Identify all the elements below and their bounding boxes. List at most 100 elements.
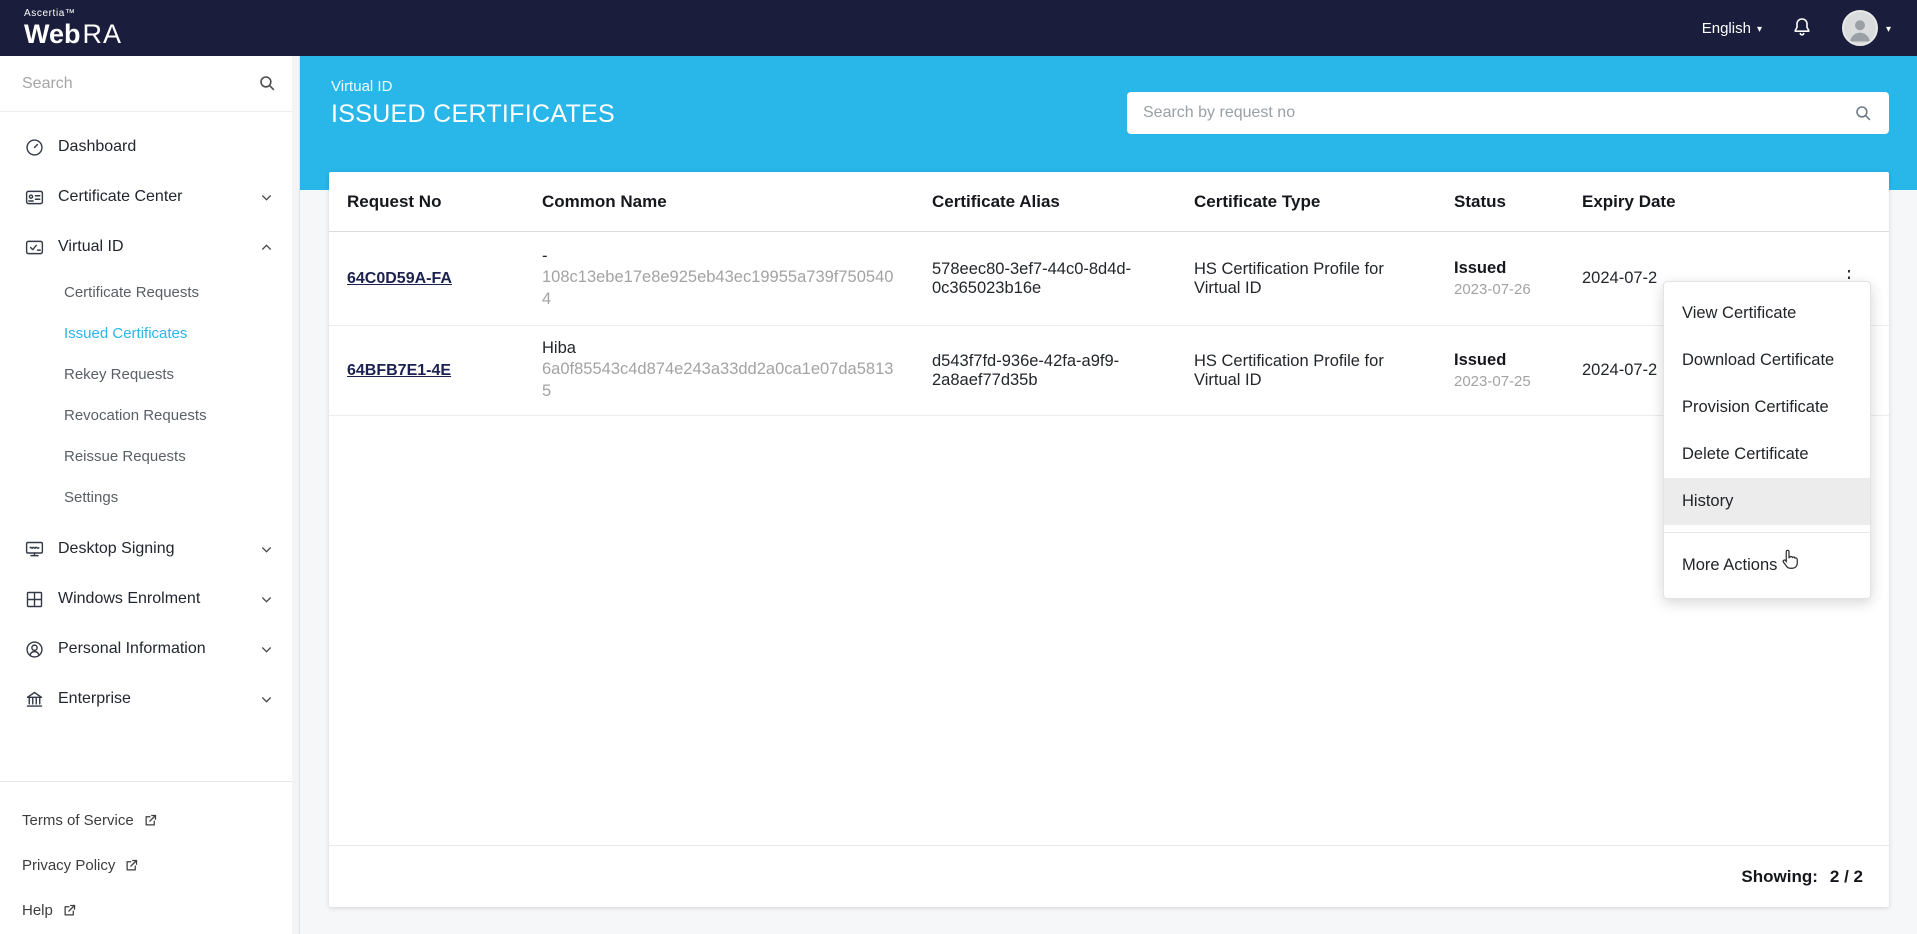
- sidebar-item-issued-certificates[interactable]: Issued Certificates: [0, 313, 299, 354]
- column-request-no: Request No: [347, 192, 542, 212]
- avatar: [1842, 10, 1878, 46]
- status-date: 2023-07-26: [1454, 281, 1552, 298]
- column-common-name: Common Name: [542, 192, 932, 212]
- brand-logo[interactable]: Ascertia™ WebRA: [24, 9, 122, 48]
- menu-item-history[interactable]: History: [1664, 478, 1870, 525]
- menu-item-provision-certificate[interactable]: Provision Certificate: [1664, 384, 1870, 431]
- sidebar-item-dashboard[interactable]: Dashboard: [0, 122, 299, 172]
- table-row: 64C0D59A-FA - 108c13ebe17e8e925eb43ec199…: [329, 232, 1889, 326]
- language-selector[interactable]: English ▾: [1702, 20, 1762, 37]
- column-status: Status: [1454, 192, 1582, 212]
- brand-webra: WebRA: [24, 19, 122, 49]
- privacy-policy-link[interactable]: Privacy Policy: [0, 843, 299, 888]
- menu-item-view-certificate[interactable]: View Certificate: [1664, 290, 1870, 337]
- sidebar-search-input[interactable]: [22, 75, 258, 93]
- certificate-alias: d543f7fd-936e-42fa-a9f9-2a8aef77d35b: [932, 352, 1194, 390]
- dashboard-icon: [24, 137, 45, 158]
- external-link-icon: [124, 858, 139, 873]
- menu-divider: [1664, 532, 1870, 533]
- sidebar-item-label: Certificate Center: [58, 188, 183, 206]
- showing-label: Showing:: [1741, 867, 1817, 887]
- sidebar-item-label: Personal Information: [58, 640, 206, 658]
- virtual-id-icon: [24, 237, 45, 258]
- person-icon: [24, 639, 45, 660]
- page-title: ISSUED CERTIFICATES: [331, 100, 615, 129]
- terms-of-service-label: Terms of Service: [22, 812, 134, 829]
- sidebar-item-rekey-requests[interactable]: Rekey Requests: [0, 354, 299, 395]
- request-no-link[interactable]: 64C0D59A-FA: [347, 270, 452, 287]
- row-actions-menu: View Certificate Download Certificate Pr…: [1663, 281, 1871, 599]
- desktop-signing-icon: [24, 539, 45, 560]
- sidebar-item-label: Dashboard: [58, 138, 136, 156]
- sidebar-item-windows-enrolment[interactable]: Windows Enrolment: [0, 574, 299, 624]
- table-header: Request No Common Name Certificate Alias…: [329, 172, 1889, 232]
- sidebar-item-reissue-requests[interactable]: Reissue Requests: [0, 436, 299, 477]
- status-badge: Issued: [1454, 259, 1552, 278]
- user-menu[interactable]: ▾: [1842, 10, 1891, 46]
- main-content: Virtual ID ISSUED CERTIFICATES Request N…: [300, 56, 1917, 934]
- external-link-icon: [62, 903, 77, 918]
- help-link[interactable]: Help: [0, 888, 299, 933]
- request-search: [1127, 92, 1889, 134]
- certificate-type: HS Certification Profile for Virtual ID: [1194, 352, 1454, 390]
- sidebar-item-certificate-requests[interactable]: Certificate Requests: [0, 272, 299, 313]
- brand-ascertia: Ascertia™: [24, 9, 122, 19]
- external-link-icon: [143, 813, 158, 828]
- common-name-hash: 108c13ebe17e8e925eb43ec19955a739f7505404: [542, 266, 902, 311]
- bank-building-icon: [24, 689, 45, 710]
- sidebar-footer: Terms of Service Privacy Policy Help Abo…: [0, 781, 299, 934]
- column-certificate-type: Certificate Type: [1194, 192, 1454, 212]
- sidebar-item-label: Enterprise: [58, 690, 131, 708]
- table-row: 64BFB7E1-4E Hiba 6a0f85543c4d874e243a33d…: [329, 326, 1889, 416]
- sidebar-item-label: Virtual ID: [58, 238, 124, 256]
- sidebar-item-certificate-center[interactable]: Certificate Center: [0, 172, 299, 222]
- windows-icon: [24, 589, 45, 610]
- column-expiry-date: Expiry Date: [1582, 192, 1809, 212]
- request-search-input[interactable]: [1143, 104, 1854, 122]
- chevron-down-icon: [260, 191, 273, 204]
- certificate-type: HS Certification Profile for Virtual ID: [1194, 260, 1454, 298]
- status-badge: Issued: [1454, 351, 1552, 370]
- chevron-down-icon: [260, 593, 273, 606]
- sidebar-item-label: Windows Enrolment: [58, 590, 200, 608]
- language-label: English: [1702, 20, 1751, 37]
- sidebar-search: [0, 56, 299, 112]
- sidebar-item-virtual-id[interactable]: Virtual ID: [0, 222, 299, 272]
- menu-item-more-actions[interactable]: More Actions: [1664, 540, 1870, 590]
- virtual-id-submenu: Certificate Requests Issued Certificates…: [0, 272, 299, 524]
- search-icon[interactable]: [258, 74, 277, 93]
- sidebar-item-revocation-requests[interactable]: Revocation Requests: [0, 395, 299, 436]
- privacy-policy-label: Privacy Policy: [22, 857, 115, 874]
- sidebar-item-desktop-signing[interactable]: Desktop Signing: [0, 524, 299, 574]
- sidebar-scrollbar[interactable]: [292, 56, 299, 934]
- chevron-down-icon: [260, 643, 273, 656]
- sidebar-item-label: Desktop Signing: [58, 540, 175, 558]
- sidebar-nav: Dashboard Certificate Center Virtual ID …: [0, 112, 299, 724]
- certificate-card-icon: [24, 187, 45, 208]
- certificate-alias: 578eec80-3ef7-44c0-8d4d-0c365023b16e: [932, 260, 1194, 298]
- menu-item-download-certificate[interactable]: Download Certificate: [1664, 337, 1870, 384]
- status-date: 2023-07-25: [1454, 373, 1552, 390]
- menu-item-delete-certificate[interactable]: Delete Certificate: [1664, 431, 1870, 478]
- notifications-bell-icon[interactable]: [1790, 16, 1814, 40]
- search-icon[interactable]: [1854, 104, 1873, 123]
- chevron-down-icon: ▾: [1886, 24, 1891, 35]
- chevron-down-icon: [260, 543, 273, 556]
- mouse-pointer-hand-icon: [1778, 548, 1800, 572]
- issued-certificates-card: Request No Common Name Certificate Alias…: [329, 172, 1889, 907]
- column-certificate-alias: Certificate Alias: [932, 192, 1194, 212]
- sidebar-item-settings[interactable]: Settings: [0, 477, 299, 518]
- help-label: Help: [22, 902, 53, 919]
- table-footer: Showing: 2 / 2: [329, 845, 1889, 907]
- showing-count: 2 / 2: [1830, 867, 1863, 887]
- sidebar-item-enterprise[interactable]: Enterprise: [0, 674, 299, 724]
- topbar: Ascertia™ WebRA English ▾ ▾: [0, 0, 1917, 56]
- chevron-up-icon: [260, 241, 273, 254]
- common-name: Hiba: [542, 339, 902, 358]
- sidebar-item-personal-information[interactable]: Personal Information: [0, 624, 299, 674]
- chevron-down-icon: ▾: [1757, 24, 1762, 35]
- sidebar: Dashboard Certificate Center Virtual ID …: [0, 56, 300, 934]
- request-no-link[interactable]: 64BFB7E1-4E: [347, 362, 451, 379]
- terms-of-service-link[interactable]: Terms of Service: [0, 798, 299, 843]
- page-header-band: Virtual ID ISSUED CERTIFICATES: [300, 56, 1917, 190]
